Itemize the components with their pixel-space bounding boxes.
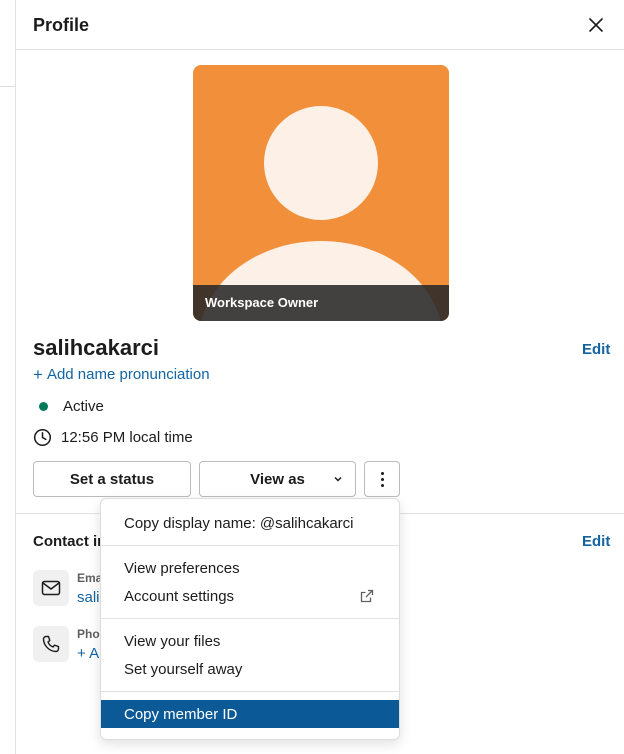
clock-icon <box>33 428 52 447</box>
menu-item-set-away[interactable]: Set yourself away <box>101 655 399 683</box>
close-button[interactable] <box>584 13 608 37</box>
presence-dot-icon <box>39 402 48 411</box>
set-status-button[interactable]: Set a status <box>33 461 191 497</box>
add-pronunciation-label: Add name pronunciation <box>46 366 210 383</box>
menu-item-account-settings-label: Account settings <box>124 587 235 605</box>
chevron-down-icon <box>334 476 342 482</box>
left-panel-edge <box>0 0 16 754</box>
left-panel-divider <box>0 86 16 87</box>
menu-item-view-files[interactable]: View your files <box>101 627 399 655</box>
phone-label: Pho <box>77 627 100 641</box>
view-as-button[interactable]: View as <box>199 461 356 497</box>
menu-separator <box>101 618 399 619</box>
local-time-label: 12:56 PM local time <box>61 429 193 446</box>
profile-header: Profile <box>16 0 624 50</box>
email-icon <box>33 570 69 606</box>
page-title: Profile <box>33 15 90 35</box>
profile-avatar[interactable]: Workspace Owner <box>193 65 449 321</box>
menu-item-view-preferences[interactable]: View preferences <box>101 554 399 582</box>
menu-item-copy-display-name[interactable]: Copy display name: @salihcakarci <box>101 509 399 537</box>
phone-icon <box>33 626 69 662</box>
menu-separator <box>101 691 399 692</box>
more-actions-menu: Copy display name: @salihcakarci View pr… <box>100 498 400 740</box>
local-time-row: 12:56 PM local time <box>33 428 193 447</box>
close-icon <box>589 18 603 32</box>
profile-username: salihcakarci <box>33 335 159 360</box>
menu-item-account-settings[interactable]: Account settings <box>101 582 399 610</box>
plus-icon: + <box>33 365 43 384</box>
presence-row: Active <box>33 398 104 415</box>
external-link-icon <box>360 589 374 603</box>
edit-profile-link[interactable]: Edit <box>582 341 610 358</box>
edit-contact-link[interactable]: Edit <box>582 533 610 550</box>
more-actions-button[interactable] <box>364 461 400 497</box>
menu-separator <box>101 545 399 546</box>
contact-section-title: Contact in <box>33 533 107 550</box>
email-label: Ema <box>77 571 103 585</box>
add-phone-link[interactable]: + A <box>77 645 99 662</box>
more-vertical-icon <box>380 471 384 475</box>
role-badge: Workspace Owner <box>193 285 449 321</box>
view-as-label: View as <box>250 470 305 488</box>
avatar-placeholder-icon <box>201 106 441 321</box>
menu-item-copy-member-id[interactable]: Copy member ID <box>101 700 399 728</box>
add-pronunciation-link[interactable]: + Add name pronunciation <box>33 366 210 383</box>
presence-label: Active <box>63 398 104 415</box>
